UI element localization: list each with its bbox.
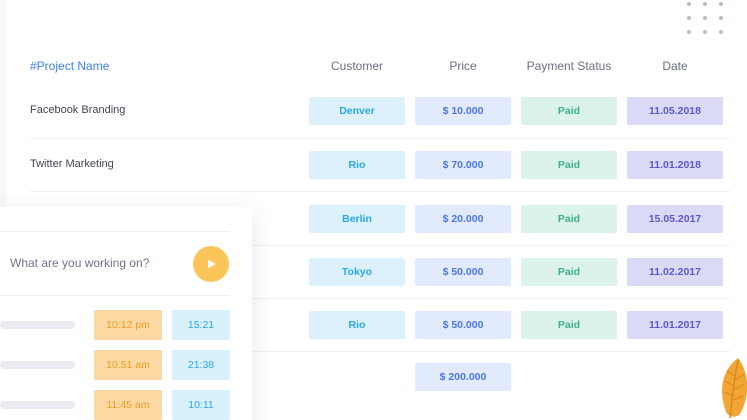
entry-1-duration[interactable]: 15:21 — [172, 310, 230, 340]
total-price-badge: $ 200.000 — [415, 363, 511, 391]
entry-2-task-placeholder — [0, 361, 75, 369]
row-2-project: Twitter Marketing — [30, 158, 114, 170]
task-input[interactable]: What are you working on? — [10, 256, 149, 270]
entry-1-start-time[interactable]: 10:12 pm — [94, 310, 162, 340]
project-dashboard: #Project Name Customer Price Payment Sta… — [0, 0, 747, 420]
row-3-date-badge: 15.05.2017 — [627, 205, 723, 233]
panel-divider — [0, 231, 230, 232]
play-icon — [208, 259, 216, 269]
row-5-price-badge: $ 50.000 — [415, 311, 511, 339]
entry-2-duration[interactable]: 21:38 — [172, 350, 230, 380]
row-4-date-badge: 11.02.2017 — [627, 258, 723, 286]
row-divider — [30, 191, 730, 192]
row-4-price-badge: $ 50.000 — [415, 258, 511, 286]
panel-divider — [0, 295, 230, 296]
row-1-customer-badge: Denver — [309, 97, 405, 125]
row-5-date-badge: 11.01.2017 — [627, 311, 723, 339]
row-2-status-badge: Paid — [521, 151, 617, 179]
row-divider — [252, 298, 730, 299]
row-3-price-badge: $ 20.000 — [415, 205, 511, 233]
row-1-price-badge: $ 10.000 — [415, 97, 511, 125]
row-divider — [252, 245, 730, 246]
leaf-icon — [722, 358, 747, 419]
row-divider — [252, 351, 730, 352]
row-3-status-badge: Paid — [521, 205, 617, 233]
row-1-date-badge: 11.05.2018 — [627, 97, 723, 125]
header-price[interactable]: Price — [415, 59, 511, 73]
row-4-status-badge: Paid — [521, 258, 617, 286]
entry-3-task-placeholder — [0, 401, 75, 409]
header-date[interactable]: Date — [627, 59, 723, 73]
row-1-project: Facebook Branding — [30, 104, 126, 116]
row-2-price-badge: $ 70.000 — [415, 151, 511, 179]
header-customer[interactable]: Customer — [309, 59, 405, 73]
entry-1-task-placeholder — [0, 321, 75, 329]
entry-3-duration[interactable]: 10:11 — [172, 390, 230, 420]
row-5-status-badge: Paid — [521, 311, 617, 339]
row-divider — [30, 138, 730, 139]
row-3-customer-badge: Berlin — [309, 205, 405, 233]
row-2-customer-badge: Rio — [309, 151, 405, 179]
row-5-customer-badge: Rio — [309, 311, 405, 339]
entry-2-start-time[interactable]: 10.51 am — [94, 350, 162, 380]
row-2-date-badge: 11.01.2018 — [627, 151, 723, 179]
dot-grid-icon — [687, 0, 747, 40]
header-project-name[interactable]: #Project Name — [30, 59, 109, 73]
entry-3-start-time[interactable]: 11:45 am — [94, 390, 162, 420]
row-1-status-badge: Paid — [521, 97, 617, 125]
row-4-customer-badge: Tokyo — [309, 258, 405, 286]
play-button[interactable] — [193, 246, 229, 282]
header-payment-status[interactable]: Payment Status — [521, 59, 617, 73]
